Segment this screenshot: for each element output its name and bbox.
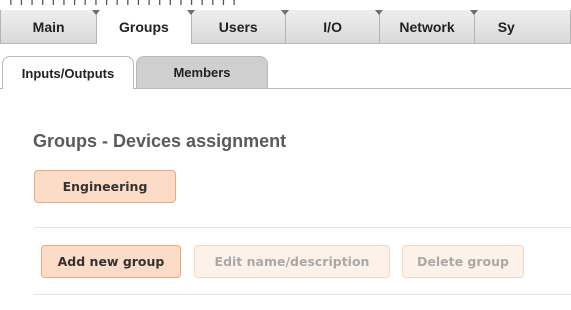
tab-system-label: Sy [497,18,515,35]
group-engineering-button[interactable]: Engineering [34,170,176,203]
tab-groups[interactable]: Groups [97,10,195,44]
subtab-members[interactable]: Members [136,56,268,88]
section-divider [34,294,571,295]
tab-divider-notch [280,10,289,15]
tab-io[interactable]: I/O [285,10,384,43]
tab-network[interactable]: Network [380,10,478,43]
tab-users-label: Users [218,18,258,35]
tab-network-label: Network [399,18,455,35]
page-title: Groups - Devices assignment [33,131,287,151]
edit-name-description-button[interactable]: Edit name/description [194,245,390,278]
tab-io-label: I/O [323,18,342,35]
tab-main-label: Main [32,18,65,35]
tab-users[interactable]: Users [191,10,289,43]
content-panel: Groups - Devices assignment Engineering … [0,89,571,310]
tab-divider-notch [375,10,384,15]
section-divider [34,227,571,228]
tab-groups-label: Groups [119,19,169,35]
tab-main[interactable]: Main [0,10,101,43]
tab-divider-notch [92,10,101,15]
subtab-inputs-outputs-label: Inputs/Outputs [21,65,115,81]
tab-divider-notch [469,10,478,15]
delete-group-button[interactable]: Delete group [402,245,524,278]
tab-divider-notch [186,10,195,15]
tab-system[interactable]: Sy [474,10,571,43]
subtab-members-label: Members [173,65,231,80]
main-tab-bar: Main Groups Users I/O Network Sy [0,10,571,44]
subtab-inputs-outputs[interactable]: Inputs/Outputs [2,56,134,89]
sub-tab-bar: Inputs/Outputs Members [0,56,571,89]
top-cropped-text: ↑↑↑↑↑↑↑↑↑↑↑↑↑↑↑↑↑↑↑↑↑↑ [0,0,571,10]
add-new-group-button[interactable]: Add new group [41,245,181,278]
